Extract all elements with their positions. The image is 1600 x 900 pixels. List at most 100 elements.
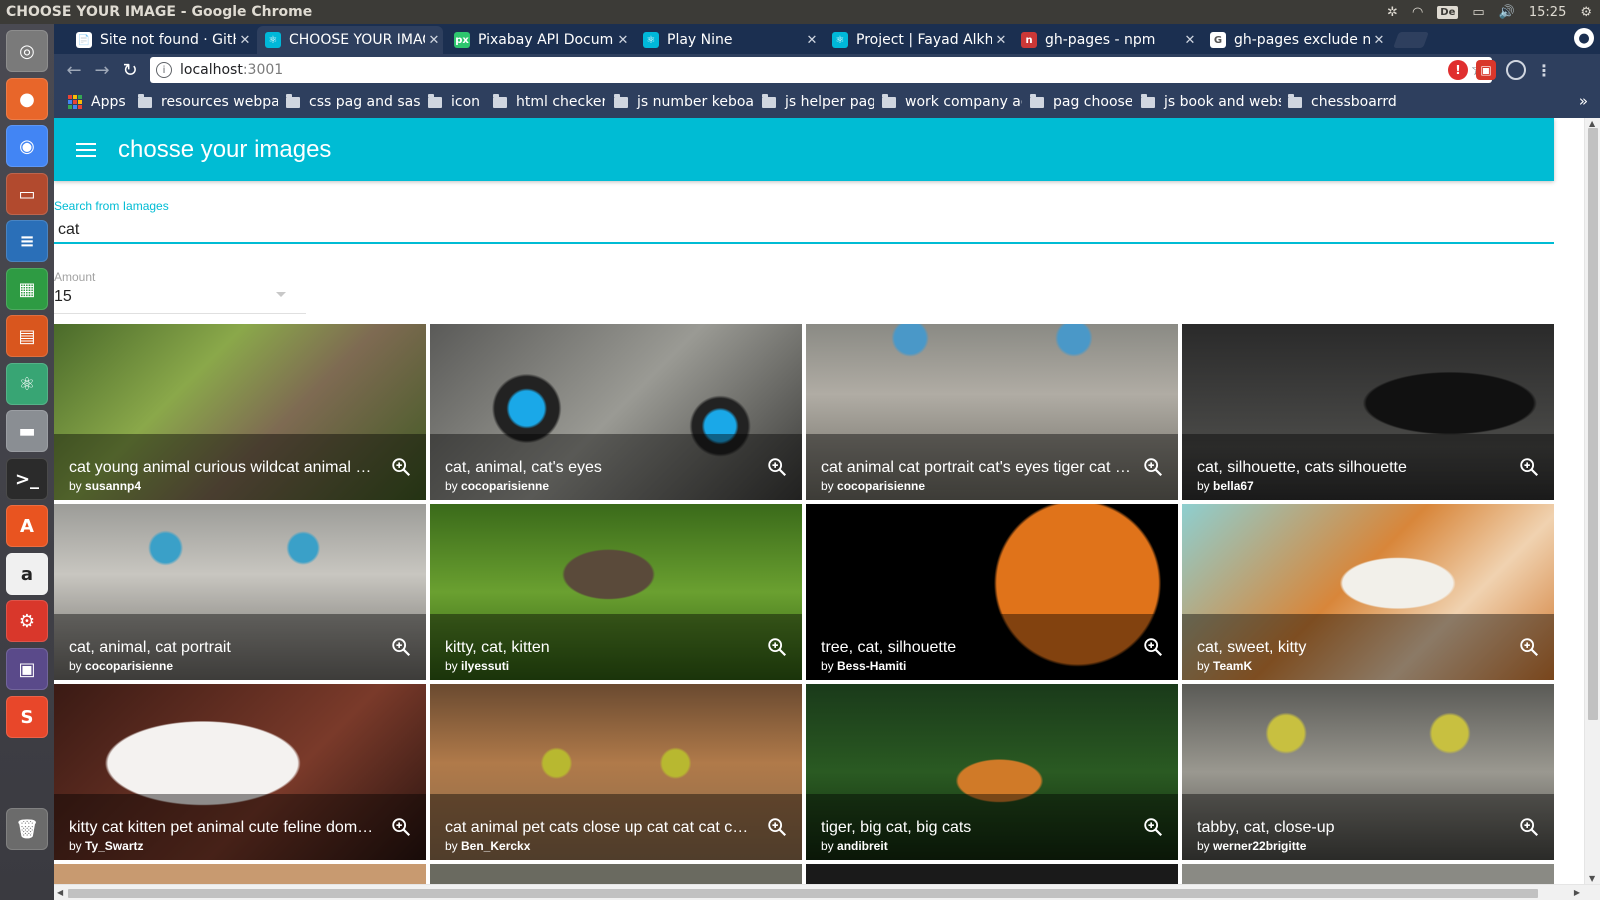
tab-1[interactable]: ⚛ CHOOSE YOUR IMAGE✕ [257,26,443,54]
tab-2[interactable]: px Pixabay API Documentation✕ [446,26,632,54]
image-tile-partial[interactable] [54,864,426,884]
tab-close-icon[interactable]: ✕ [803,33,821,48]
address-bar[interactable]: i localhost:3001 ☆ [150,57,1492,83]
workspaces-icon[interactable]: ▣ [6,648,48,690]
bookmark-item[interactable]: js number keboard [614,92,754,112]
tab-favicon-icon: ⚛ [643,32,659,48]
back-icon[interactable]: ← [60,56,88,84]
bookmark-item[interactable]: work company address [882,92,1022,112]
image-tile[interactable]: tiger, big cat, big cats by andibreit [806,684,1178,860]
zoom-in-icon[interactable] [1518,636,1540,658]
settings-icon[interactable]: ⚙ [6,600,48,642]
menu-icon[interactable] [76,139,96,161]
bookmark-item[interactable]: js book and website [1141,92,1281,112]
dropdown-caret-icon[interactable] [276,292,286,297]
zoom-in-icon[interactable] [390,456,412,478]
tab-close-icon[interactable]: ✕ [425,33,443,48]
image-tile-partial[interactable] [806,864,1178,884]
zoom-in-icon[interactable] [1518,816,1540,838]
amazon-icon[interactable]: a [6,553,48,595]
settings-cog-icon[interactable]: ✲ [1387,5,1398,20]
extension-circle-icon[interactable] [1506,60,1526,80]
new-tab-button[interactable] [1393,32,1429,48]
trash-icon[interactable]: 🗑 [6,808,48,850]
tab-4[interactable]: ⚛ Project | Fayad Alkhalil✕ [824,26,1010,54]
battery-icon[interactable]: ▭ [1472,5,1484,20]
bookmark-item[interactable]: js helper pag [762,92,874,112]
zoom-in-icon[interactable] [766,456,788,478]
bookmark-item[interactable]: icon [428,92,480,112]
vertical-scrollbar[interactable]: ▲ ▼ [1584,118,1600,884]
tab-close-icon[interactable]: ✕ [614,33,632,48]
tab-close-icon[interactable]: ✕ [1370,33,1388,48]
terminal-icon[interactable]: >_ [6,458,48,500]
zoom-in-icon[interactable] [766,636,788,658]
bookmarks-bar: » Apps resources webpage css pag and sass i… [54,86,1600,118]
keyboard-layout[interactable]: De [1437,5,1459,19]
wifi-icon[interactable]: ◠ [1412,5,1423,20]
chrome-menu-icon[interactable]: ⋮ [1534,60,1554,80]
image-title: cat, animal, cat portrait [69,639,231,656]
tab-3[interactable]: ⚛ Play Nine ✕ [635,26,821,54]
forward-icon[interactable]: → [88,56,116,84]
bookmarks-overflow-icon[interactable]: » [1579,92,1588,110]
image-tile[interactable]: cat, sweet, kitty by TeamK [1182,504,1554,680]
bookmark-item[interactable]: html checker [493,92,605,112]
tab-5[interactable]: n gh-pages - npm ✕ [1013,26,1199,54]
image-author-line: by susannp4 [69,479,142,493]
zoom-in-icon[interactable] [1142,456,1164,478]
profile-icon[interactable]: ● [1574,28,1594,48]
zoom-in-icon[interactable] [1142,816,1164,838]
vertical-scroll-thumb[interactable] [1588,128,1598,720]
clock[interactable]: 15:25 [1529,5,1566,20]
bookmark-item[interactable]: pag choose [1030,92,1132,112]
calc-icon[interactable]: ▦ [6,268,48,310]
image-tile[interactable]: cat animal cat portrait cat's eyes tiger… [806,324,1178,500]
horizontal-scroll-thumb[interactable] [68,889,1538,898]
image-tile-partial[interactable] [430,864,802,884]
tab-close-icon[interactable]: ✕ [992,33,1010,48]
impress-icon[interactable]: ▤ [6,315,48,357]
atom-icon[interactable]: ⚛ [6,363,48,405]
image-tile[interactable]: kitty cat kitten pet animal cute feline … [54,684,426,860]
image-tile[interactable]: cat, silhouette, cats silhouette by bella… [1182,324,1554,500]
adblock-extension-icon[interactable]: ! [1448,60,1468,80]
extension-icon[interactable]: ▣ [1476,60,1496,80]
bookmark-item[interactable]: resources webpage [138,92,278,112]
zoom-in-icon[interactable] [1142,636,1164,658]
zoom-in-icon[interactable] [390,636,412,658]
image-tile[interactable]: kitty, cat, kitten by ilyessuti [430,504,802,680]
image-tile[interactable]: cat, animal, cat's eyes by cocoparisienne [430,324,802,500]
image-tile[interactable]: tree, cat, silhouette by Bess-Hamiti [806,504,1178,680]
tab-close-icon[interactable]: ✕ [1181,33,1199,48]
image-tile[interactable]: tabby, cat, close-up by werner22brigitte [1182,684,1554,860]
files-icon[interactable]: ▭ [6,173,48,215]
bookmark-item[interactable]: css pag and sass [286,92,421,112]
image-tile[interactable]: cat young animal curious wildcat animal … [54,324,426,500]
image-tile[interactable]: cat, animal, cat portrait by cocoparisien… [54,504,426,680]
bookmark-item[interactable]: chessboarrd [1288,92,1397,112]
dash-icon[interactable]: ◎ [6,30,48,72]
power-icon[interactable]: ⚙ [1580,5,1592,20]
firefox-icon[interactable]: ● [6,78,48,120]
tab-0[interactable]: 📄 Site not found · GitHub Pages✕ [68,26,254,54]
zoom-in-icon[interactable] [390,816,412,838]
image-tile[interactable]: cat animal pet cats close up cat cat cat… [430,684,802,860]
software-center-icon[interactable]: A [6,505,48,547]
horizontal-scrollbar[interactable]: ◀ ▶ [54,884,1600,900]
tab-6[interactable]: Ggh-pages exclude node_modules✕ [1202,26,1388,54]
volume-icon[interactable]: 🔊 [1499,5,1515,20]
bookmark-item[interactable]: Apps [68,92,126,112]
slack-icon[interactable]: S [6,696,48,738]
print-icon[interactable]: ▬ [6,410,48,452]
reload-icon[interactable]: ↻ [116,56,144,84]
search-input[interactable] [54,218,1554,244]
chrome-icon[interactable]: ◉ [6,125,48,167]
amount-select[interactable]: Amount 15 [54,268,306,314]
tab-close-icon[interactable]: ✕ [236,33,254,48]
site-info-icon[interactable]: i [156,62,172,78]
zoom-in-icon[interactable] [1518,456,1540,478]
image-tile-partial[interactable] [1182,864,1554,884]
zoom-in-icon[interactable] [766,816,788,838]
writer-icon[interactable]: ≡ [6,220,48,262]
